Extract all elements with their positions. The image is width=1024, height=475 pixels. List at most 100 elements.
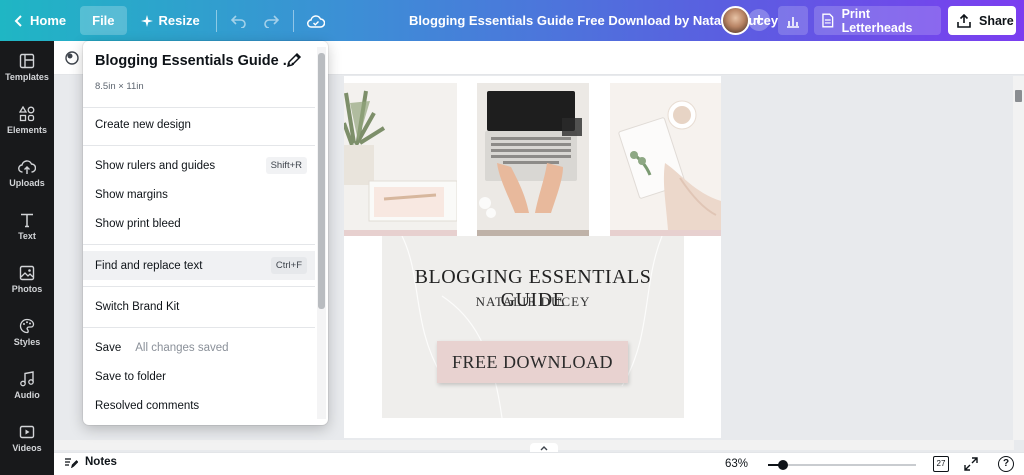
- file-label: File: [92, 13, 115, 28]
- menu-item-label: Switch Brand Kit: [95, 300, 180, 313]
- photo-icon: [19, 265, 35, 281]
- elements-icon: [19, 106, 35, 122]
- menu-item-label: Save: [95, 341, 122, 354]
- menu-divider: [83, 145, 315, 146]
- menu-item-label: Save to folder: [95, 370, 166, 383]
- home-label: Home: [30, 13, 67, 28]
- upload-cloud-icon: [18, 160, 36, 174]
- zoom-level[interactable]: 63%: [725, 458, 748, 470]
- vertical-scrollbar-thumb[interactable]: [1015, 90, 1022, 102]
- pencil-icon[interactable]: [286, 52, 302, 68]
- photo-notebook-coffee[interactable]: [610, 83, 721, 230]
- redo-button[interactable]: [255, 0, 287, 41]
- menu-item-create-new-design[interactable]: Create new design: [83, 110, 315, 139]
- print-letterheads-button[interactable]: Print Letterheads: [814, 6, 941, 35]
- sidebar-item-label: Uploads: [9, 178, 45, 188]
- color-circle-icon[interactable]: [64, 50, 80, 66]
- sidebar-item-videos[interactable]: Videos: [0, 424, 54, 453]
- bottom-bar: Notes 63% 27 ?: [54, 452, 1024, 475]
- cloud-save-status[interactable]: [300, 0, 332, 41]
- menu-item-show-margins[interactable]: Show margins: [83, 180, 315, 209]
- zoom-slider-knob[interactable]: [777, 460, 788, 470]
- menu-item-find-replace[interactable]: Find and replace text Ctrl+F: [83, 251, 315, 280]
- sidebar-item-photos[interactable]: Photos: [0, 265, 54, 294]
- avatar[interactable]: [721, 6, 750, 35]
- save-status: All changes saved: [135, 341, 229, 354]
- bar-chart-icon: [787, 16, 799, 28]
- free-download-button[interactable]: FREE DOWNLOAD: [437, 341, 628, 383]
- laptop-image: [477, 83, 589, 230]
- menu-item-label: Resolved comments: [95, 399, 200, 412]
- menu-item-show-print-bleed[interactable]: Show print bleed: [83, 209, 315, 238]
- design-author[interactable]: NATALIE DUCEY: [382, 294, 684, 310]
- menu-scrollbar-thumb[interactable]: [318, 53, 325, 309]
- menu-item-show-rulers[interactable]: Show rulers and guides Shift+R: [83, 151, 315, 180]
- redo-icon: [263, 14, 279, 28]
- document-icon: [822, 13, 834, 28]
- sidebar-item-label: Text: [18, 231, 36, 241]
- toolbar-divider: [215, 9, 217, 32]
- file-menu: Blogging Essentials Guide ... 8.5in × 11…: [83, 41, 328, 425]
- menu-item-switch-brand-kit[interactable]: Switch Brand Kit: [83, 292, 315, 321]
- share-label: Share: [979, 13, 1014, 28]
- shortcut-badge: Ctrl+F: [270, 257, 307, 274]
- design-page[interactable]: BLOGGING ESSENTIALS GUIDE NATALIE DUCEY …: [344, 76, 721, 438]
- menu-item-label: Create new design: [95, 118, 191, 131]
- leaf-pattern: [401, 235, 663, 419]
- print-letterheads-label: Print Letterheads: [841, 6, 913, 35]
- notes-label: Notes: [85, 456, 117, 468]
- chevron-up-icon: [540, 446, 548, 451]
- sidebar-item-elements[interactable]: Elements: [0, 106, 54, 135]
- text-panel-background[interactable]: [382, 235, 684, 419]
- text-t-icon: [21, 213, 33, 228]
- music-note-icon: [20, 371, 34, 387]
- sidebar-item-label: Styles: [13, 337, 41, 347]
- notebook-coffee-image: [610, 83, 721, 230]
- left-sidebar: Templates Elements Uploads Text Photos S…: [0, 41, 54, 475]
- vertical-scrollbar[interactable]: [1013, 76, 1024, 440]
- sidebar-item-audio[interactable]: Audio: [0, 371, 54, 400]
- resize-button[interactable]: Resize: [131, 0, 210, 41]
- sidebar-item-uploads[interactable]: Uploads: [0, 159, 54, 188]
- menu-item-resolved-comments[interactable]: Resolved comments: [83, 391, 315, 420]
- share-upload-icon: [957, 13, 971, 28]
- home-button[interactable]: Home: [0, 0, 76, 41]
- help-icon[interactable]: ?: [998, 456, 1014, 472]
- fullscreen-icon[interactable]: [964, 457, 978, 471]
- resize-label: Resize: [158, 13, 200, 28]
- shortcut-badge: Shift+R: [265, 157, 307, 174]
- top-toolbar: Home File Resize Blogging Essentials Gui…: [0, 0, 1024, 41]
- menu-item-save-to-folder[interactable]: Save to folder: [83, 362, 315, 391]
- video-play-icon: [19, 425, 35, 439]
- zoom-slider[interactable]: [768, 460, 916, 470]
- menu-item-save[interactable]: Save All changes saved: [83, 333, 315, 362]
- sparkle-icon: [140, 14, 153, 27]
- page-count-button[interactable]: 27: [933, 456, 949, 472]
- chevron-left-icon: [14, 14, 22, 27]
- sidebar-item-templates[interactable]: Templates: [0, 53, 54, 82]
- photo-laptop-hands[interactable]: [477, 83, 589, 230]
- menu-scrollbar[interactable]: [317, 47, 326, 419]
- sidebar-item-label: Audio: [14, 390, 40, 400]
- undo-icon: [230, 14, 246, 28]
- undo-button[interactable]: [223, 0, 255, 41]
- menu-divider: [83, 286, 315, 287]
- notes-pencil-icon: [65, 458, 78, 468]
- cloud-check-icon: [306, 14, 325, 28]
- menu-item-label: Show print bleed: [95, 217, 181, 230]
- sidebar-item-styles[interactable]: Styles: [0, 318, 54, 347]
- menu-divider: [83, 107, 315, 108]
- photo-plant-desk[interactable]: [344, 83, 457, 230]
- menu-item-label: Show rulers and guides: [95, 159, 216, 172]
- menu-design-dimensions: 8.5in × 11in: [95, 81, 144, 92]
- share-button[interactable]: Share: [948, 6, 1016, 35]
- insights-button[interactable]: [778, 6, 808, 35]
- notes-button[interactable]: Notes: [64, 456, 117, 468]
- add-collaborator-button[interactable]: +: [748, 9, 770, 31]
- sidebar-item-text[interactable]: Text: [0, 212, 54, 241]
- plant-desk-image: [344, 83, 457, 230]
- sidebar-item-label: Videos: [12, 443, 42, 453]
- file-menu-button[interactable]: File: [80, 6, 127, 35]
- sidebar-item-label: Elements: [6, 125, 48, 135]
- menu-divider: [83, 244, 315, 245]
